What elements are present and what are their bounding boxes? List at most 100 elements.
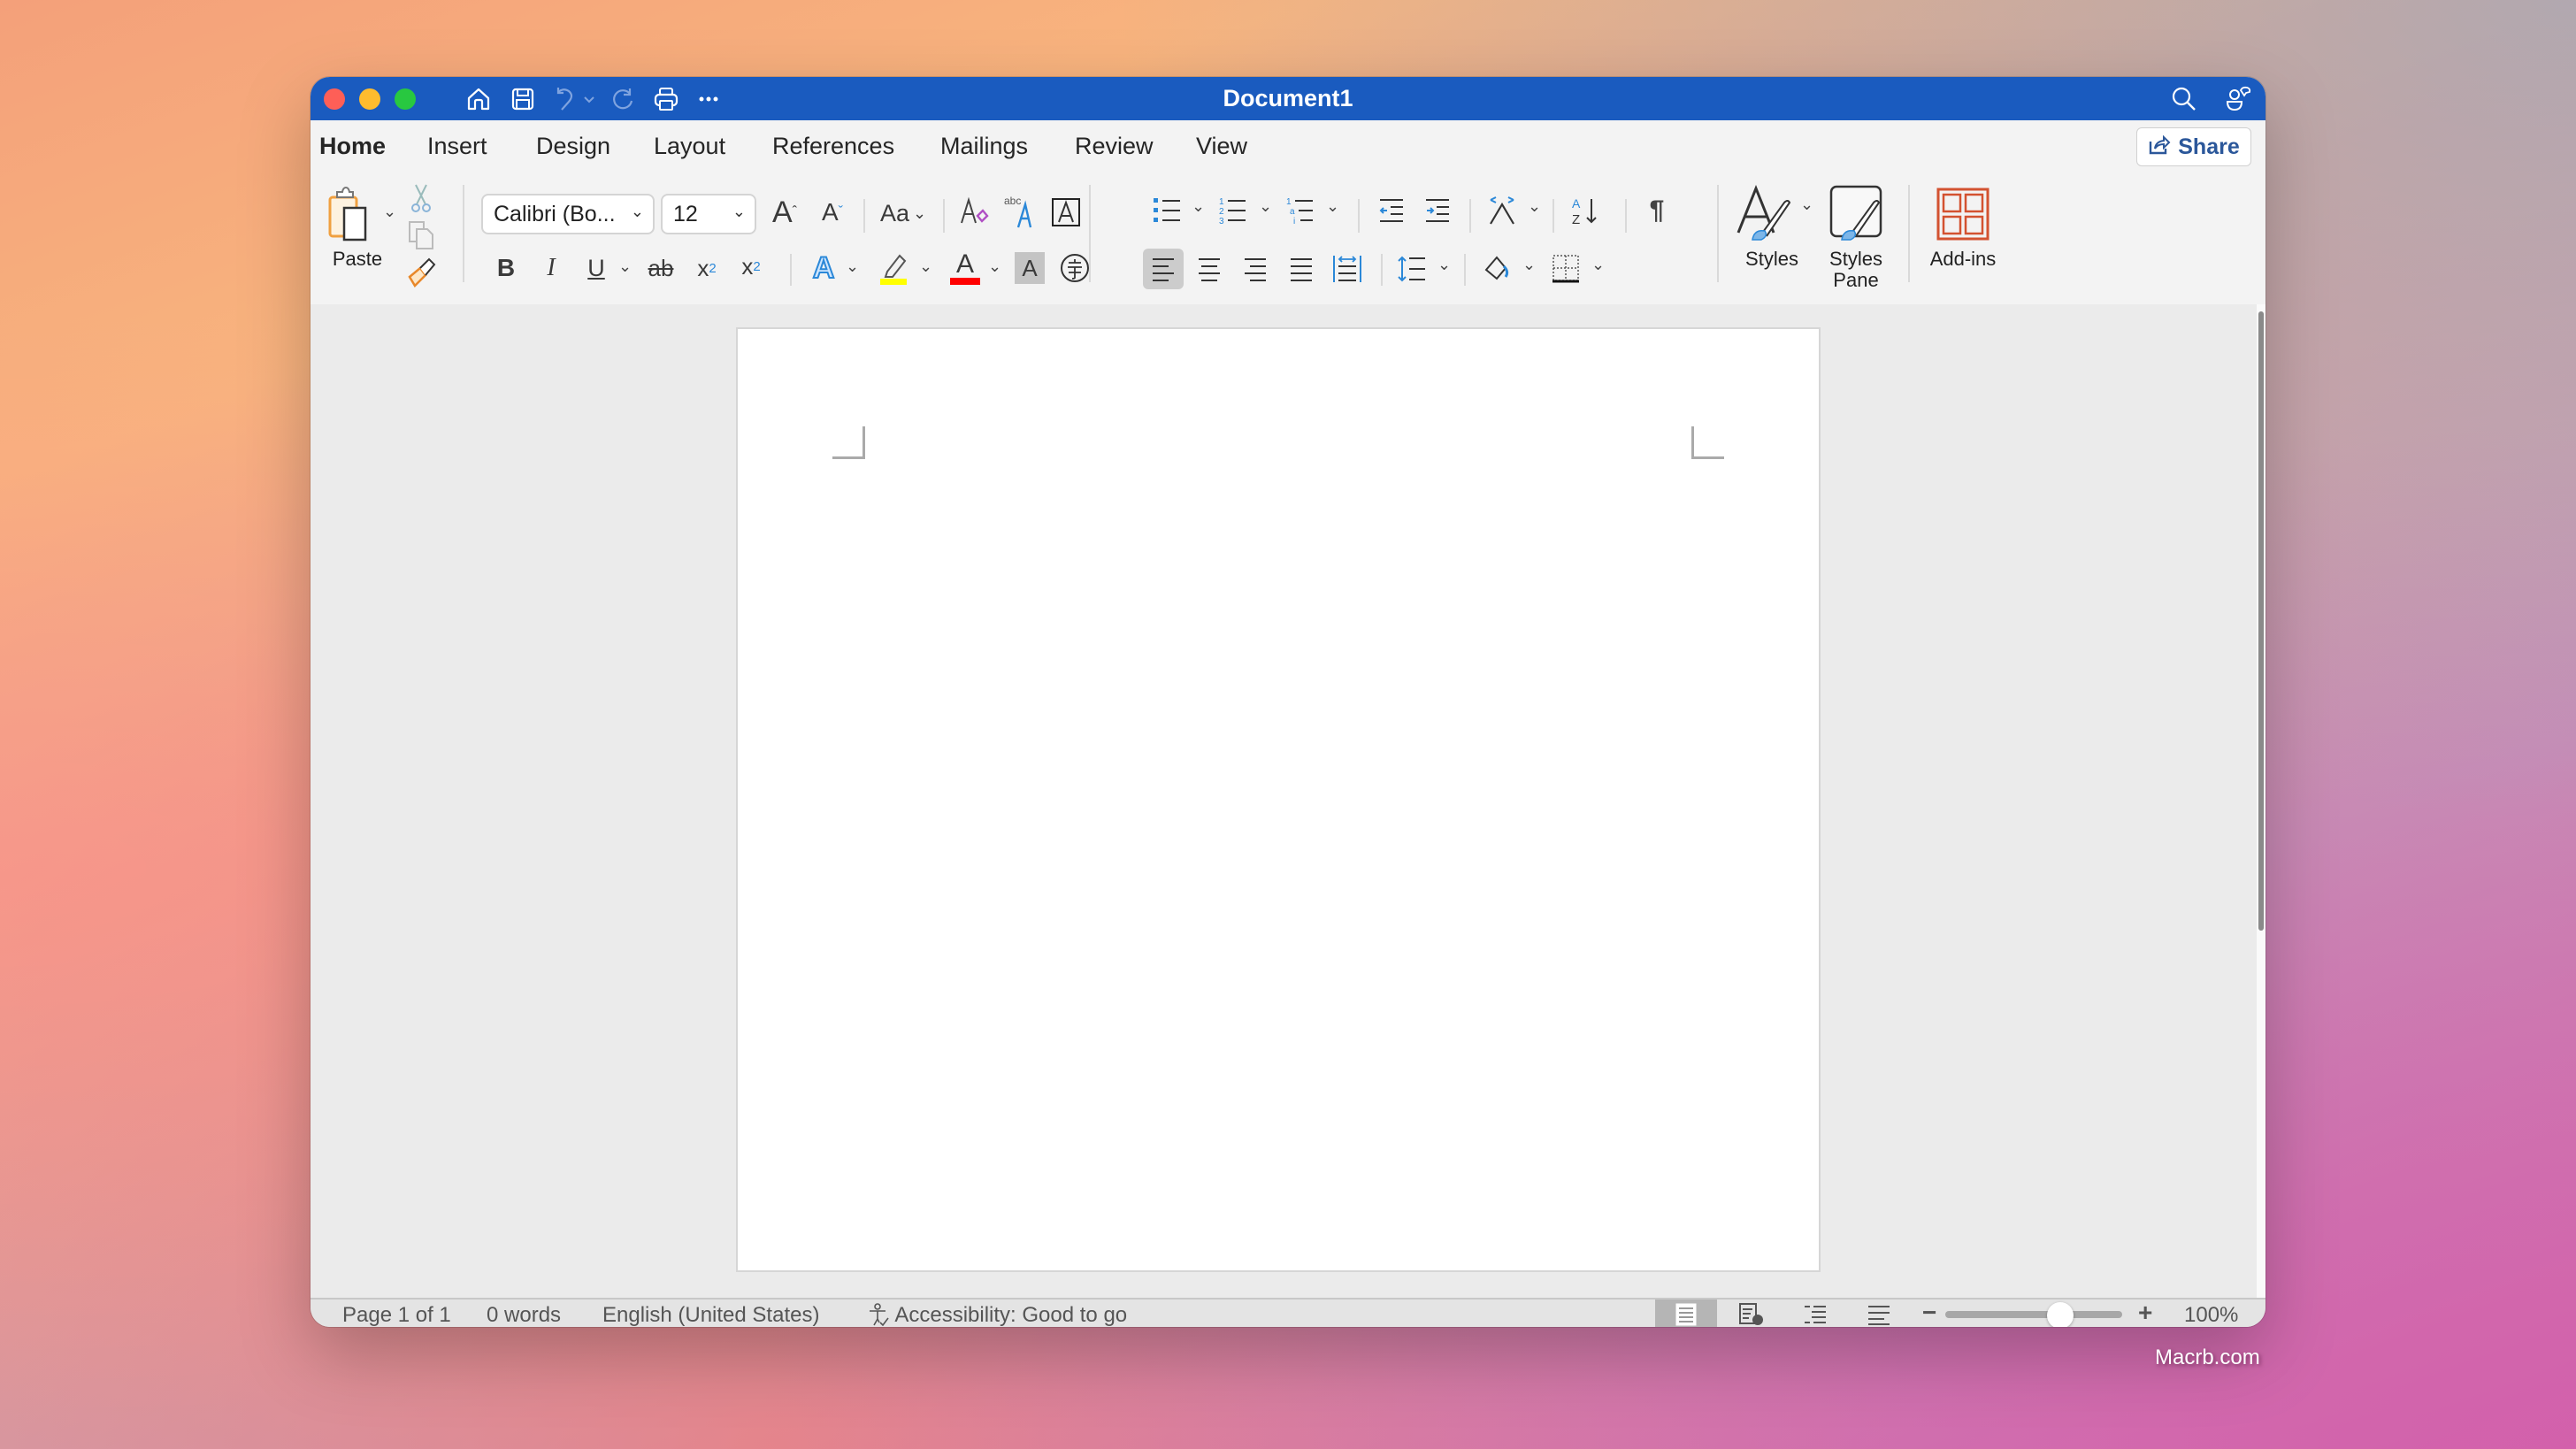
underline-button[interactable]: U — [580, 250, 612, 286]
tab-mailings[interactable]: Mailings — [940, 131, 1028, 161]
underline-dropdown-icon[interactable]: ⌄ — [618, 257, 632, 276]
bullets-icon[interactable] — [1147, 190, 1188, 231]
highlight-dropdown-icon[interactable]: ⌄ — [919, 257, 932, 276]
separator — [1464, 254, 1466, 286]
decrease-indent-icon[interactable] — [1372, 190, 1411, 231]
numbering-dropdown-icon[interactable]: ⌄ — [1259, 197, 1272, 216]
search-icon[interactable] — [2168, 83, 2200, 115]
sort-icon[interactable]: AZ — [1565, 190, 1606, 231]
tab-design[interactable]: Design — [536, 131, 610, 161]
font-size-value: 12 — [673, 201, 698, 226]
share-button[interactable]: Share — [2136, 127, 2251, 166]
paste-dropdown-icon[interactable]: ⌄ — [383, 203, 396, 221]
show-formatting-marks-button[interactable]: ¶ — [1637, 190, 1676, 231]
page-count[interactable]: Page 1 of 1 — [342, 1303, 451, 1327]
copy-icon[interactable] — [406, 220, 436, 250]
justify-button[interactable] — [1281, 249, 1322, 289]
tab-layout[interactable]: Layout — [654, 131, 725, 161]
add-ins-icon[interactable] — [1935, 185, 1991, 243]
separator — [1552, 199, 1554, 233]
text-effects-dropdown-icon[interactable]: ⌄ — [846, 257, 859, 276]
language[interactable]: English (United States) — [602, 1303, 819, 1327]
zoom-out-button[interactable]: − — [1922, 1300, 1936, 1325]
styles-pane-label-line1: Styles — [1829, 248, 1882, 270]
distributed-button[interactable] — [1327, 249, 1368, 289]
multilevel-list-icon[interactable]: 1ai — [1280, 190, 1321, 231]
svg-text:Z: Z — [1572, 212, 1580, 226]
text-effects-button[interactable]: A — [806, 249, 841, 288]
separator — [1358, 199, 1360, 233]
word-window: Document1 Home Insert Design Layout Refe… — [310, 77, 2266, 1327]
italic-button[interactable]: I — [535, 250, 567, 286]
chevron-down-icon: ⌄ — [630, 203, 644, 220]
strikethrough-button[interactable]: ab — [643, 250, 678, 286]
tab-insert[interactable]: Insert — [427, 131, 487, 161]
shading-dropdown-icon[interactable]: ⌄ — [1522, 256, 1536, 274]
add-ins-label: Add-ins — [1929, 248, 1997, 270]
document-canvas — [310, 304, 2266, 1298]
accessibility-status[interactable]: Accessibility: Good to go — [867, 1303, 1127, 1327]
enclose-characters-icon[interactable] — [1057, 250, 1092, 286]
borders-dropdown-icon[interactable]: ⌄ — [1591, 256, 1605, 274]
separator — [1381, 254, 1383, 286]
word-count[interactable]: 0 words — [487, 1303, 561, 1327]
vertical-scrollbar[interactable] — [2257, 304, 2266, 1298]
multilevel-list-dropdown-icon[interactable]: ⌄ — [1326, 197, 1339, 216]
draft-view-button[interactable] — [1848, 1300, 1910, 1327]
character-shading-button[interactable]: A — [1015, 252, 1045, 284]
svg-text:a: a — [1290, 207, 1295, 217]
tab-home[interactable]: Home — [319, 131, 386, 161]
increase-indent-icon[interactable] — [1418, 190, 1457, 231]
line-spacing-dropdown-icon[interactable]: ⌄ — [1438, 256, 1451, 274]
shading-icon[interactable] — [1476, 249, 1517, 289]
tab-view[interactable]: View — [1196, 131, 1247, 161]
styles-gallery-icon[interactable] — [1735, 185, 1797, 243]
tab-review[interactable]: Review — [1075, 131, 1154, 161]
zoom-in-button[interactable]: + — [2138, 1300, 2152, 1325]
clear-formatting-icon[interactable] — [954, 192, 993, 233]
superscript-x: x — [741, 252, 754, 280]
font-color-dropdown-icon[interactable]: ⌄ — [988, 257, 1001, 276]
tab-references[interactable]: References — [772, 131, 894, 161]
font-name-combo[interactable]: Calibri (Bo... ⌄ — [481, 194, 655, 234]
numbering-icon[interactable]: 123 — [1213, 190, 1254, 231]
bullets-dropdown-icon[interactable]: ⌄ — [1192, 197, 1205, 216]
print-layout-view-button[interactable] — [1655, 1300, 1717, 1327]
zoom-level[interactable]: 100% — [2184, 1303, 2238, 1327]
scrollbar-thumb[interactable] — [2258, 311, 2264, 931]
align-right-button[interactable] — [1235, 249, 1276, 289]
margin-corner-top-right — [1691, 426, 1724, 459]
web-layout-view-button[interactable] — [1721, 1300, 1782, 1327]
paste-icon[interactable] — [325, 185, 374, 247]
cut-icon[interactable] — [406, 183, 436, 213]
zoom-slider-thumb[interactable] — [2047, 1302, 2074, 1327]
grow-font-button[interactable]: Aˆ — [767, 192, 802, 233]
zoom-slider[interactable] — [1945, 1311, 2122, 1318]
outline-view-button[interactable] — [1784, 1300, 1846, 1327]
font-size-combo[interactable]: 12 ⌄ — [661, 194, 756, 234]
format-painter-icon[interactable] — [406, 256, 436, 288]
spelling-icon[interactable]: abc — [1000, 190, 1039, 233]
styles-pane-icon[interactable] — [1828, 185, 1884, 243]
bold-button[interactable]: B — [490, 250, 522, 286]
document-page[interactable] — [738, 329, 1819, 1270]
font-color-button[interactable]: A — [947, 249, 983, 288]
subscript-button[interactable]: x2 — [691, 250, 723, 286]
line-spacing-icon[interactable] — [1392, 249, 1432, 289]
font-color-letter: A — [955, 249, 974, 279]
subscript-mark: 2 — [709, 260, 717, 276]
shrink-font-button[interactable]: Aˇ — [815, 192, 850, 233]
superscript-button[interactable]: x2 — [735, 249, 767, 284]
align-left-button[interactable] — [1143, 249, 1184, 289]
borders-icon[interactable] — [1545, 249, 1586, 289]
text-direction-dropdown-icon[interactable]: ⌄ — [1528, 197, 1541, 216]
collaborate-icon[interactable] — [2223, 83, 2255, 115]
change-case-button[interactable]: Aa ⌄ — [877, 194, 930, 233]
ribbon-tabs: Home Insert Design Layout References Mai… — [310, 120, 2266, 186]
align-center-button[interactable] — [1189, 249, 1230, 289]
ribbon-home: ⌄ Paste Calibri (Bo... ⌄ 12 ⌄ Aˆ Aˇ Aa⌄ — [310, 172, 2266, 307]
text-direction-icon[interactable] — [1482, 190, 1522, 231]
highlight-button[interactable] — [877, 249, 912, 288]
styles-dropdown-icon[interactable]: ⌄ — [1800, 196, 1813, 214]
character-border-icon[interactable] — [1046, 192, 1085, 233]
